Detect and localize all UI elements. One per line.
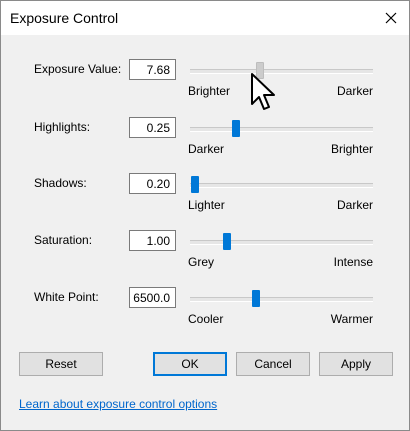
exposure-value-slider-track[interactable] bbox=[190, 69, 373, 74]
shadows-row: Shadows: 0.20 Lighter Darker bbox=[1, 173, 409, 217]
saturation-field[interactable]: 1.00 bbox=[129, 230, 176, 251]
highlights-slider-track[interactable] bbox=[190, 127, 373, 132]
saturation-label: Saturation: bbox=[34, 233, 93, 247]
saturation-slider-track[interactable] bbox=[190, 240, 373, 245]
saturation-slider-thumb[interactable] bbox=[222, 233, 231, 250]
highlights-row: Highlights: 0.25 Darker Brighter bbox=[1, 117, 409, 161]
exposure-value-max-label: Darker bbox=[336, 84, 373, 98]
exposure-control-dialog: Exposure Control Exposure Value: 7.68 Br… bbox=[0, 0, 410, 431]
cancel-button[interactable]: Cancel bbox=[236, 352, 310, 376]
highlights-field[interactable]: 0.25 bbox=[129, 117, 176, 138]
shadows-slider-track[interactable] bbox=[190, 183, 373, 188]
white-point-label: White Point: bbox=[34, 290, 99, 304]
shadows-max-label: Darker bbox=[336, 198, 373, 212]
white-point-max-label: Warmer bbox=[330, 312, 373, 326]
mouse-pointer-icon bbox=[250, 72, 276, 117]
white-point-row: White Point: 6500.0 Cooler Warmer bbox=[1, 287, 409, 331]
shadows-label: Shadows: bbox=[34, 176, 87, 190]
dialog-title: Exposure Control bbox=[10, 10, 119, 26]
exposure-value-row: Exposure Value: 7.68 Brighter Darker bbox=[1, 59, 409, 103]
highlights-min-label: Darker bbox=[188, 142, 225, 156]
exposure-value-label: Exposure Value: bbox=[34, 62, 122, 76]
highlights-max-label: Brighter bbox=[330, 142, 373, 156]
close-button[interactable] bbox=[379, 6, 403, 30]
highlights-label: Highlights: bbox=[34, 120, 91, 134]
close-icon bbox=[385, 12, 397, 24]
exposure-value-field[interactable]: 7.68 bbox=[129, 59, 176, 80]
white-point-min-label: Cooler bbox=[188, 312, 224, 326]
white-point-field[interactable]: 6500.0 bbox=[129, 287, 176, 308]
reset-button[interactable]: Reset bbox=[19, 352, 103, 376]
saturation-max-label: Intense bbox=[333, 255, 373, 269]
shadows-min-label: Lighter bbox=[188, 198, 225, 212]
shadows-slider-thumb[interactable] bbox=[191, 176, 200, 193]
apply-button[interactable]: Apply bbox=[319, 352, 393, 376]
title-bar[interactable]: Exposure Control bbox=[1, 1, 409, 35]
saturation-row: Saturation: 1.00 Grey Intense bbox=[1, 230, 409, 274]
help-link[interactable]: Learn about exposure control options bbox=[19, 397, 217, 411]
exposure-value-min-label: Brighter bbox=[188, 84, 231, 98]
highlights-slider-thumb[interactable] bbox=[231, 120, 240, 137]
shadows-field[interactable]: 0.20 bbox=[129, 173, 176, 194]
saturation-min-label: Grey bbox=[188, 255, 215, 269]
ok-button[interactable]: OK bbox=[153, 352, 227, 376]
white-point-slider-track[interactable] bbox=[190, 297, 373, 302]
white-point-slider-thumb[interactable] bbox=[251, 290, 260, 307]
